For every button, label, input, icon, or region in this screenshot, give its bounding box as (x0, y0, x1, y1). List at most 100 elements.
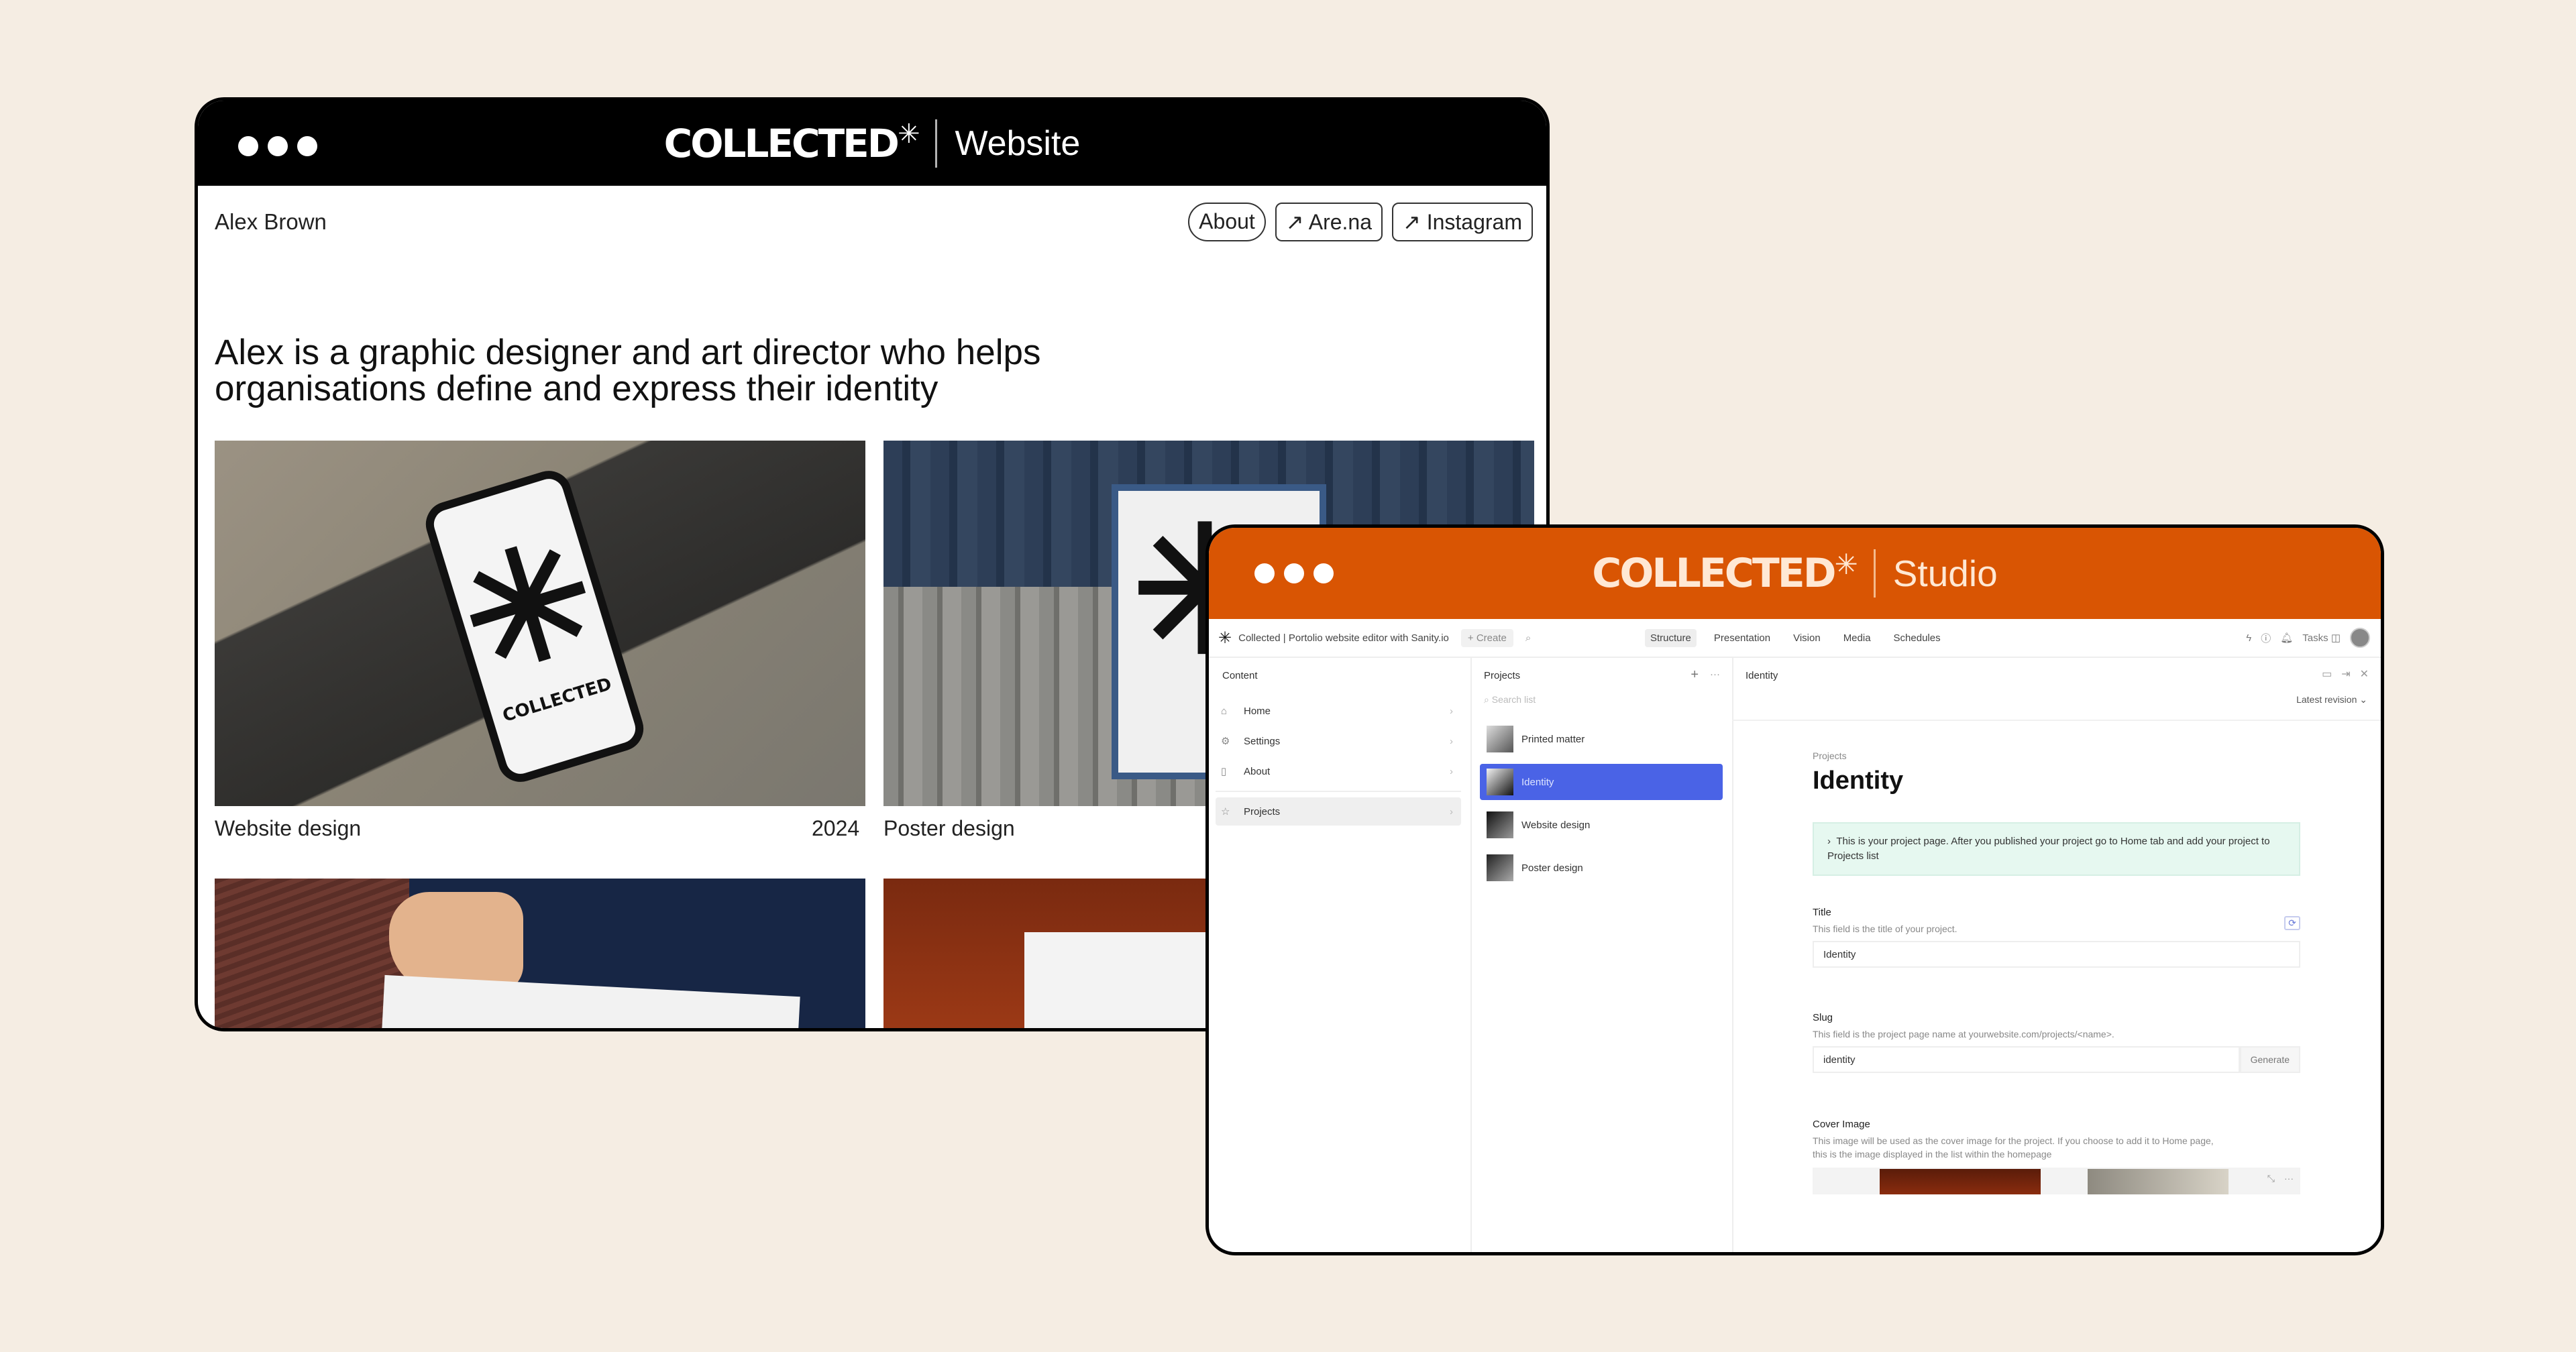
search-icon[interactable]: ⌕ (1525, 632, 1531, 644)
bell-icon[interactable]: 🔔︎ (2280, 632, 2293, 644)
asterisk-icon: ✳ (897, 118, 920, 150)
projects-pane: Projects + ··· ⌕ Search list Printed mat… (1470, 657, 1733, 1252)
callout-text: This is your project page. After you pub… (1827, 836, 2270, 862)
more-icon[interactable]: ··· (2284, 1173, 2294, 1184)
bolt-icon[interactable]: ϟ (2246, 632, 2251, 644)
document-form: Projects Identity › This is your project… (1813, 750, 2300, 1194)
window-dot[interactable] (1284, 563, 1304, 583)
nav-arena-link[interactable]: ↗ Are.na (1275, 203, 1383, 241)
tab-media[interactable]: Media (1838, 629, 1876, 647)
tool-tabs: Structure Presentation Vision Media Sche… (1645, 628, 1946, 647)
close-icon[interactable]: ✕ (2360, 667, 2369, 681)
chevron-right-icon: › (1827, 836, 1831, 847)
window-dot[interactable] (1254, 563, 1275, 583)
generate-button[interactable]: Generate (2239, 1046, 2300, 1073)
create-button[interactable]: + Create (1460, 628, 1513, 647)
title-field: Title This field is the title of your pr… (1813, 907, 2300, 968)
tab-structure[interactable]: Structure (1645, 628, 1697, 647)
avatar[interactable] (2350, 628, 2370, 648)
panel-icon: ◫ (2330, 632, 2341, 644)
window-dot[interactable] (1313, 563, 1334, 583)
input-value: identity (1823, 1054, 1856, 1066)
star-icon: ☆ (1221, 806, 1230, 818)
sidebar-item-home[interactable]: ⌂ Home › (1216, 697, 1461, 725)
nav-instagram-link[interactable]: ↗ Instagram (1392, 203, 1533, 241)
list-item[interactable]: Printed matter (1480, 721, 1723, 757)
chevron-down-icon: ⌄ (2359, 694, 2367, 705)
revision-select[interactable]: Latest revision ⌄ (2296, 694, 2367, 706)
list-item[interactable]: Poster design (1480, 850, 1723, 886)
field-label: Title (1813, 907, 1831, 918)
list-item[interactable]: Website design (1480, 807, 1723, 843)
project-title[interactable]: Website design (215, 816, 361, 841)
search-icon: ⌕ (1484, 694, 1489, 705)
owner-name[interactable]: Alex Brown (215, 209, 327, 235)
item-label: Identity (1521, 776, 1554, 788)
nav-about-button[interactable]: About (1188, 203, 1266, 241)
sidebar-item-settings[interactable]: ⚙ Settings › (1216, 727, 1461, 755)
tab-presentation[interactable]: Presentation (1709, 629, 1776, 647)
input-value: Identity (1823, 948, 1856, 960)
item-label: Printed matter (1521, 733, 1585, 745)
comment-icon[interactable]: ▭ (2322, 667, 2332, 681)
list-item-selected[interactable]: Identity (1480, 764, 1723, 800)
chevron-right-icon: › (1450, 735, 1453, 747)
project-card-image[interactable] (215, 879, 865, 1028)
studio-titlebar: COLLECTED ✳ Studio (1209, 528, 2381, 619)
studio-brand: COLLECTED ✳ Studio (1592, 547, 1998, 598)
studio-window: COLLECTED ✳ Studio ✳ Collected | Portoli… (1205, 524, 2384, 1255)
tab-schedules[interactable]: Schedules (1888, 629, 1946, 647)
title-input[interactable]: Identity (1813, 941, 2300, 968)
sidebar-item-about[interactable]: ▯ About › (1216, 757, 1461, 785)
tasks-label: Tasks (2302, 632, 2328, 644)
window-controls[interactable] (1254, 563, 1334, 583)
split-pane-icon[interactable]: ⇥ (2341, 667, 2350, 681)
field-description: This field is the title of your project. (1813, 923, 1957, 934)
ai-assist-icon[interactable]: ⟳ (2284, 916, 2300, 930)
help-icon[interactable]: ⓘ (2261, 631, 2271, 645)
website-brand: COLLECTED ✳ Website (664, 118, 1080, 168)
project-title[interactable]: Poster design (883, 816, 1015, 841)
search-list-input[interactable]: ⌕ Search list (1484, 694, 1536, 706)
crop-icon[interactable]: ⤡ (2267, 1173, 2275, 1184)
slug-input[interactable]: identity (1813, 1046, 2240, 1073)
thumbnail (1487, 769, 1513, 795)
asterisk-icon: ✳ (441, 505, 616, 708)
field-label: Slug (1813, 1012, 1833, 1023)
search-placeholder: Search list (1491, 694, 1536, 705)
website-titlebar: COLLECTED ✳ Website (198, 101, 1546, 186)
item-label: Settings (1244, 735, 1281, 747)
document-pane: Identity ▭ ⇥ ✕ Latest revision ⌄ Project… (1732, 657, 2381, 1252)
pane-title: Projects (1484, 670, 1521, 681)
add-icon[interactable]: + (1690, 667, 1699, 683)
window-dot[interactable] (297, 136, 317, 156)
intro-text: Alex is a graphic designer and art direc… (215, 333, 1041, 408)
studio-toolbar: ✳ Collected | Portolio website editor wi… (1209, 619, 2381, 658)
collected-logo: COLLECTED (1592, 550, 1836, 597)
sidebar-item-projects[interactable]: ☆ Projects › (1216, 797, 1461, 826)
workspace-title[interactable]: Collected | Portolio website editor with… (1238, 632, 1449, 644)
window-controls[interactable] (238, 136, 317, 156)
window-dot[interactable] (238, 136, 258, 156)
sanity-logo-icon[interactable]: ✳ (1218, 628, 1232, 648)
tasks-button[interactable]: Tasks ◫ (2302, 632, 2341, 644)
cover-image-preview[interactable]: ⤡ ··· (1813, 1168, 2300, 1194)
window-label: Studio (1892, 553, 1998, 594)
revision-label: Latest revision (2296, 694, 2357, 705)
nav-label: Are.na (1308, 210, 1373, 234)
more-icon[interactable]: ··· (1710, 669, 1720, 680)
document-header-title: Identity (1746, 670, 1778, 681)
chevron-right-icon: › (1450, 765, 1453, 777)
item-label: Poster design (1521, 862, 1583, 874)
asterisk-icon: ✳ (1834, 547, 1858, 581)
divider (1873, 549, 1876, 598)
tab-vision[interactable]: Vision (1788, 629, 1826, 647)
home-icon: ⌂ (1221, 705, 1228, 717)
divider (1216, 791, 1461, 792)
external-link-icon: ↗ (1403, 210, 1421, 234)
project-card-image[interactable]: ✳ COLLECTED (215, 441, 865, 806)
project-year: 2024 (812, 816, 860, 840)
item-label: About (1244, 765, 1271, 777)
window-dot[interactable] (268, 136, 288, 156)
site-nav: About ↗ Are.na ↗ Instagram (1188, 203, 1533, 241)
